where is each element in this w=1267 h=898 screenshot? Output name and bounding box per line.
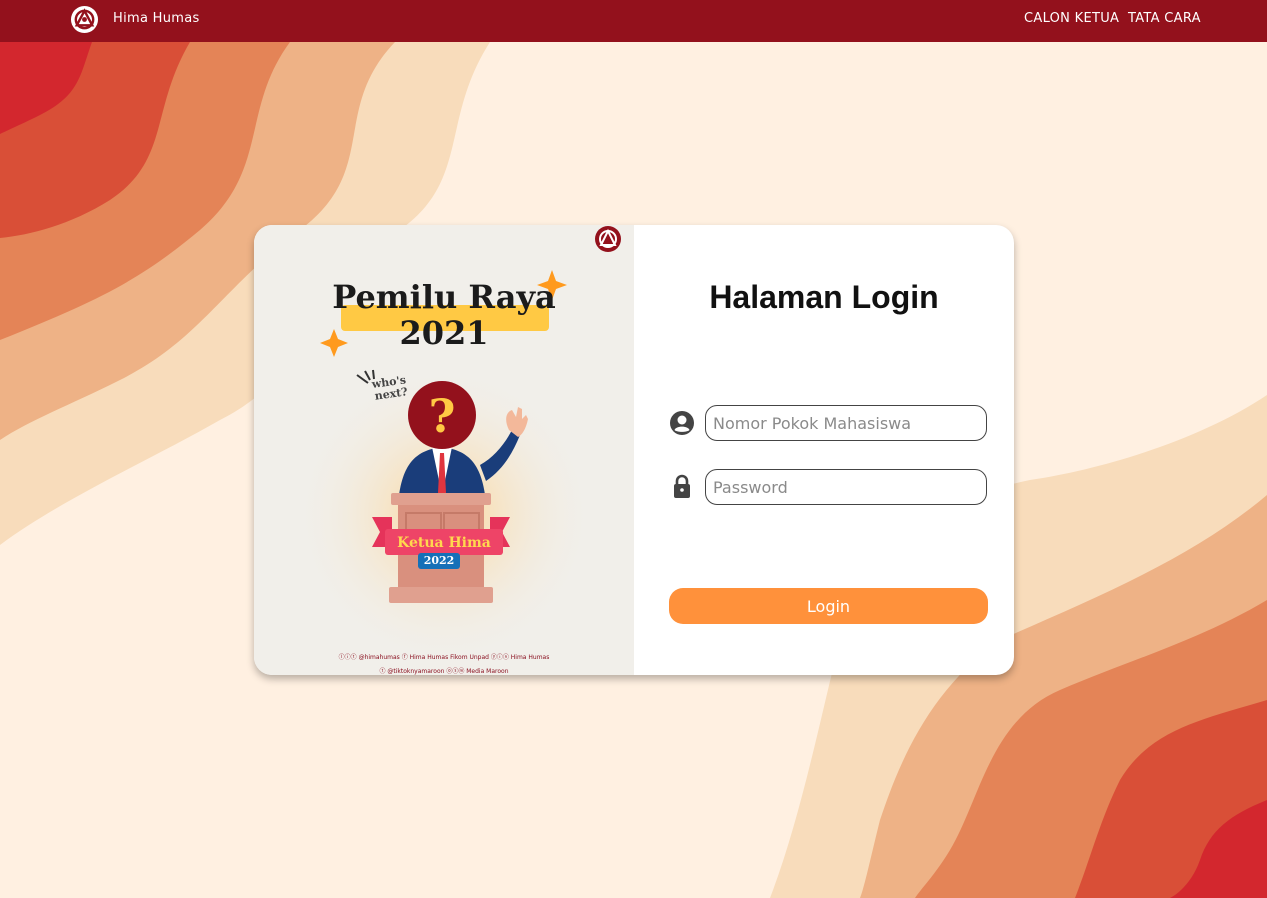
password-input[interactable] (705, 469, 987, 505)
lock-icon (674, 474, 690, 498)
nav-brand[interactable]: Hima Humas (113, 11, 200, 26)
poster-socials-line1: ⓛⓘⓣ @himahumas ⓕ Hima Humas Fikom Unpad … (338, 654, 550, 661)
poster-socials-line2: ⓣ @tiktoknyamaroon ⓞⓢⓜ Media Maroon (379, 668, 509, 675)
svg-text:?: ? (429, 389, 456, 443)
npm-input[interactable] (705, 405, 987, 441)
poster-ribbon-label: Ketua Hima (397, 535, 491, 551)
poster-logo-icon (595, 226, 621, 252)
election-poster: ? Pemilu Raya 2021 who's next? Ketua Him… (254, 225, 634, 675)
login-card: ? Pemilu Raya 2021 who's next? Ketua Him… (254, 225, 1014, 675)
nav-link-calon-ketua[interactable]: CALON KETUA (1024, 11, 1119, 26)
poster-title-line2: 2021 (399, 314, 489, 352)
user-circle-icon (670, 411, 694, 435)
hima-logo-icon[interactable] (70, 5, 99, 34)
login-title: Halaman Login (709, 279, 939, 315)
poster-year-badge: 2022 (418, 553, 460, 569)
login-button[interactable]: Login (669, 588, 988, 624)
nav-link-tata-cara[interactable]: TATA CARA (1128, 11, 1201, 26)
poster-title-line1: Pemilu Raya (332, 278, 556, 316)
top-navbar: Hima Humas CALON KETUA TATA CARA (0, 0, 1267, 42)
